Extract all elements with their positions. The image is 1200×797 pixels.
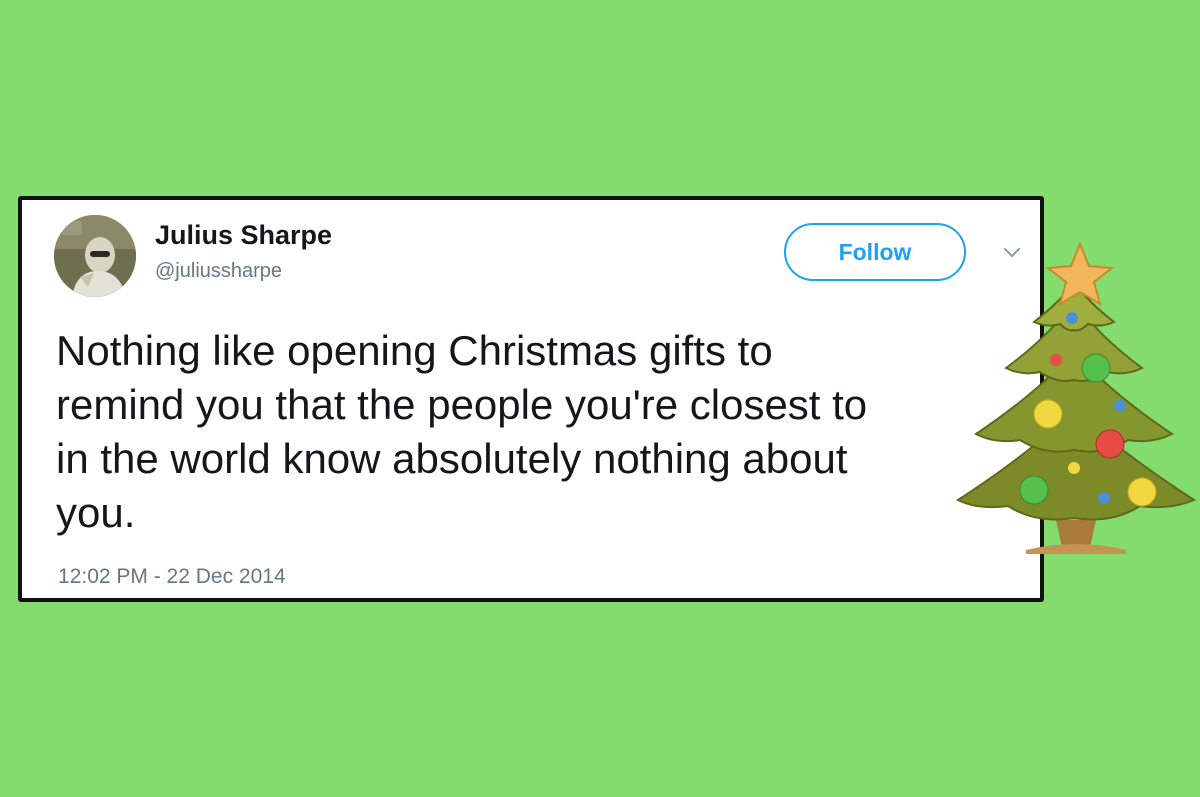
avatar[interactable]: [54, 215, 136, 297]
tweet-text-line: Nothing like opening Christmas gifts to: [56, 327, 773, 374]
follow-button[interactable]: Follow: [784, 223, 966, 281]
tweet-timestamp[interactable]: 12:02 PM - 22 Dec 2014: [58, 565, 286, 589]
tweet-card: Julius Sharpe @juliussharpe Follow Nothi…: [18, 196, 1044, 602]
tweet-text-line: remind you that the people you're closes…: [56, 381, 868, 428]
tweet-text-line: you.: [56, 489, 136, 536]
christmas-tree-icon: [955, 241, 1197, 554]
display-name[interactable]: Julius Sharpe: [155, 220, 332, 251]
user-handle[interactable]: @juliussharpe: [155, 260, 282, 283]
tweet-text-line: in the world know absolutely nothing abo…: [56, 435, 848, 482]
tweet-text: Nothing like opening Christmas gifts to …: [56, 324, 1016, 540]
